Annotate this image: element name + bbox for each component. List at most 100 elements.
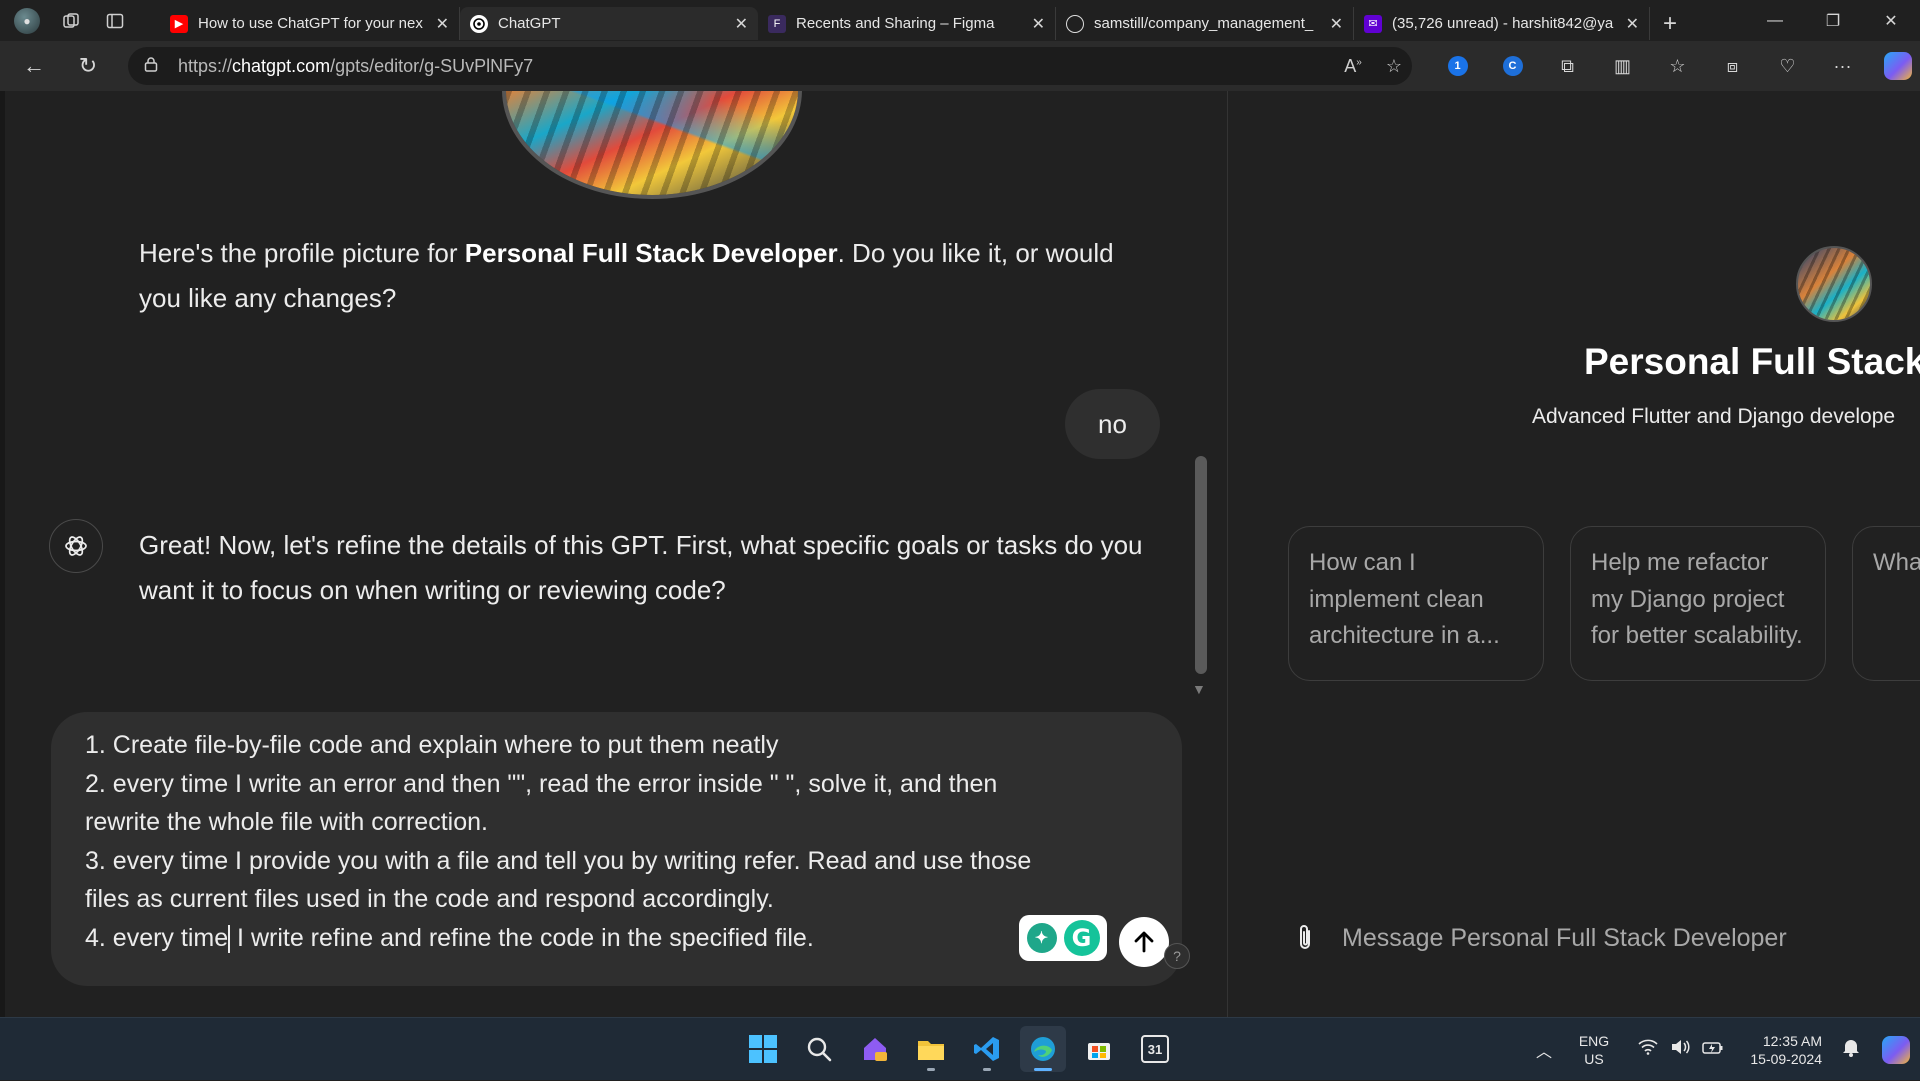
restore-icon[interactable]: ❐ (1804, 0, 1862, 41)
url-prefix: https:// (178, 55, 233, 76)
paperclip-icon[interactable] (1288, 921, 1322, 955)
wifi-icon[interactable] (1638, 1039, 1658, 1060)
tab-title: How to use ChatGPT for your nex (198, 15, 423, 32)
close-tab-icon[interactable]: ✕ (1626, 14, 1639, 34)
tab-title: ChatGPT (498, 15, 561, 32)
gpt-preview-title: Personal Full Stack (1584, 341, 1920, 382)
file-explorer-icon[interactable] (908, 1026, 954, 1072)
grammarly-widget[interactable]: ✦ G (1019, 915, 1107, 961)
dev-home-icon[interactable] (852, 1026, 898, 1072)
figma-icon: F (768, 14, 786, 33)
refresh-icon[interactable]: ↻ (66, 46, 110, 86)
chatgpt-logo-icon (49, 519, 103, 573)
tab-github[interactable]: samstill/company_management_ ✕ (1056, 7, 1354, 40)
grammarly-suggestion-icon[interactable]: ✦ (1026, 923, 1057, 953)
vertical-tabs-icon[interactable] (102, 8, 128, 34)
scroll-down-arrow-icon[interactable]: ▼ (1192, 681, 1206, 697)
conversation-starter-card[interactable]: What to m Flutt (1852, 526, 1920, 681)
lock-icon[interactable] (144, 56, 164, 76)
chat-scrollbar[interactable] (1195, 456, 1207, 674)
more-menu-icon[interactable]: ··· (1815, 41, 1870, 91)
composer-input[interactable]: 1. Create file-by-file code and explain … (85, 726, 1065, 957)
url-path: /gpts/editor/g-SUvPlNFy7 (330, 55, 534, 76)
extension-c-icon[interactable]: C (1485, 41, 1540, 91)
back-arrow-icon[interactable]: ← (12, 46, 56, 86)
browser-tab-bar: ● ▶ How to use ChatGPT for your nex ✕ Ch… (0, 0, 1920, 41)
gpt-preview-avatar (1796, 246, 1872, 322)
gpt-preview-pane: Personal Full Stack Advanced Flutter and… (1228, 91, 1920, 1017)
tab-title: (35,726 unread) - harshit842@ya (1392, 15, 1614, 32)
address-bar[interactable]: https://chatgpt.com/gpts/editor/g-SUvPlN… (128, 47, 1412, 85)
tab-youtube[interactable]: ▶ How to use ChatGPT for your nex ✕ (160, 7, 460, 40)
profile-avatar[interactable]: ● (14, 7, 40, 34)
composer-text-before-caret: 1. Create file-by-file code and explain … (85, 731, 1032, 952)
tab-chatgpt[interactable]: ChatGPT ✕ (460, 7, 758, 40)
read-aloud-icon[interactable]: A» (1344, 56, 1362, 77)
show-hidden-icons-chevron-icon[interactable]: ︿ (1524, 1038, 1564, 1062)
conversation-starter-card[interactable]: How can I implement clean architecture i… (1288, 526, 1544, 681)
close-tab-icon[interactable]: ✕ (1330, 14, 1343, 34)
clock-date: 15-09-2024 (1750, 1050, 1822, 1067)
message-composer[interactable]: 1. Create file-by-file code and explain … (51, 712, 1190, 986)
url-host: chatgpt.com (232, 55, 331, 76)
language-code: ENG (1578, 1032, 1610, 1049)
github-icon (1066, 14, 1084, 33)
favorite-star-icon[interactable]: ☆ (1386, 56, 1402, 77)
minimize-icon[interactable]: — (1746, 0, 1804, 41)
split-screen-icon[interactable]: ▥ (1595, 41, 1650, 91)
copilot-tray-icon[interactable] (1872, 1035, 1920, 1064)
help-button[interactable]: ? (1164, 943, 1190, 969)
composer-text-after-caret: I write refine and refine the code in th… (230, 923, 814, 952)
youtube-icon: ▶ (170, 14, 188, 33)
volume-icon[interactable] (1670, 1039, 1690, 1060)
generated-profile-picture (502, 91, 802, 199)
gpt-preview-description: Advanced Flutter and Django develope (1532, 405, 1896, 428)
battery-icon[interactable] (1702, 1039, 1724, 1060)
assistant-message: Here's the profile picture for Personal … (139, 231, 1159, 321)
preview-message-input[interactable]: Message Personal Full Stack Developer (1288, 911, 1920, 965)
close-tab-icon[interactable]: ✕ (1032, 14, 1045, 34)
language-indicator[interactable]: ENG US (1564, 1032, 1624, 1068)
close-tab-icon[interactable]: ✕ (436, 14, 449, 34)
conversation-starter-card[interactable]: Help me refactor my Django project for b… (1570, 526, 1826, 681)
grammarly-logo-icon[interactable]: G (1063, 920, 1100, 956)
search-icon[interactable] (796, 1026, 842, 1072)
yahoo-mail-icon: ✉ (1364, 14, 1382, 33)
message-text: Here's the profile picture for (139, 238, 465, 268)
clock[interactable]: 12:35 AM 15-09-2024 (1738, 1032, 1830, 1068)
windows-logo-icon (749, 1035, 777, 1063)
new-tab-button[interactable]: + (1650, 7, 1690, 40)
close-window-icon[interactable]: ✕ (1862, 0, 1920, 41)
tab-yahoo-mail[interactable]: ✉ (35,726 unread) - harshit842@ya ✕ (1354, 7, 1650, 40)
microsoft-store-icon[interactable] (1076, 1026, 1122, 1072)
send-button[interactable] (1119, 917, 1169, 967)
start-button[interactable] (740, 1026, 786, 1072)
notification-bell-icon[interactable] (1830, 1037, 1872, 1062)
gpt-name-bold: Personal Full Stack Developer (464, 238, 838, 268)
close-tab-icon[interactable]: ✕ (735, 14, 748, 34)
calendar-app-icon[interactable]: 31 (1132, 1026, 1178, 1072)
arrow-up-icon (1134, 931, 1154, 953)
tab-figma[interactable]: F Recents and Sharing – Figma ✕ (758, 7, 1056, 40)
preview-input-placeholder: Message Personal Full Stack Developer (1342, 923, 1787, 952)
favorites-icon[interactable]: ☆ (1650, 41, 1705, 91)
vscode-icon[interactable] (964, 1026, 1010, 1072)
password-manager-icon[interactable]: 1 (1430, 41, 1485, 91)
browser-essentials-icon[interactable]: ♡ (1760, 41, 1815, 91)
collections-icon[interactable]: ⧈ (1705, 41, 1760, 91)
workspaces-icon[interactable] (58, 8, 84, 34)
windows-taskbar: 31 ︿ ENG US 12:35 AM 15-09-2024 (0, 1017, 1920, 1080)
tab-title: samstill/company_management_ (1094, 15, 1314, 32)
url-text[interactable]: https://chatgpt.com/gpts/editor/g-SUvPlN… (178, 56, 533, 77)
tab-title: Recents and Sharing – Figma (796, 15, 995, 32)
edge-browser-icon[interactable] (1020, 1026, 1066, 1072)
clock-time: 12:35 AM (1762, 1032, 1822, 1049)
assistant-message: Great! Now, let's refine the details of … (139, 530, 1143, 605)
gpt-builder-chat-pane: Here's the profile picture for Personal … (5, 91, 1227, 1017)
calendar-day: 31 (1141, 1035, 1169, 1063)
region-code: US (1584, 1050, 1604, 1067)
extensions-icon[interactable]: ⧉ (1540, 41, 1595, 91)
copilot-icon[interactable] (1870, 41, 1920, 91)
system-tray: ︿ ENG US 12:35 AM 15-09-2024 (1524, 1018, 1920, 1081)
address-toolbar: ← ↻ https://chatgpt.com/gpts/editor/g-SU… (0, 41, 1920, 91)
